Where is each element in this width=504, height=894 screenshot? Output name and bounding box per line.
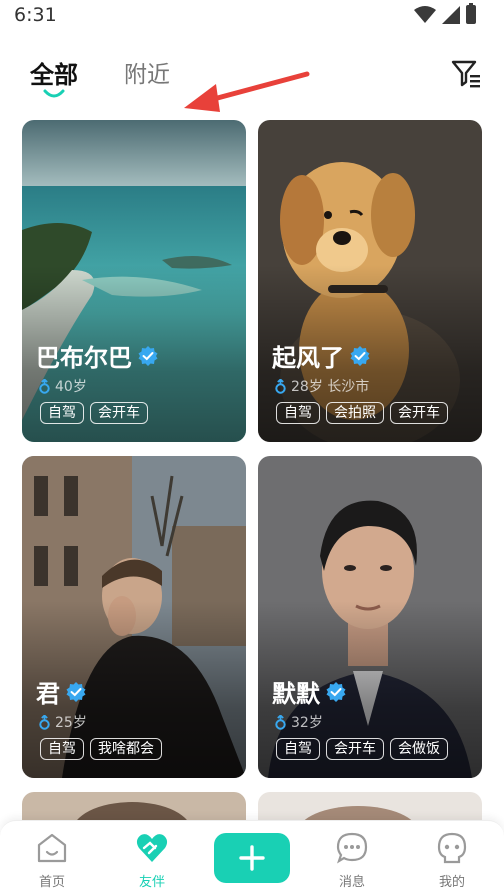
profile-icon: [437, 832, 467, 864]
card-tags: 自驾 会开车: [40, 402, 148, 424]
nav-friends[interactable]: 友伴: [122, 831, 182, 890]
message-bubble-icon: [336, 832, 368, 864]
status-time: 6:31: [14, 4, 57, 26]
nav-mine[interactable]: 我的: [422, 831, 482, 890]
nav-messages[interactable]: 消息: [322, 831, 382, 890]
card-meta-text: 25岁: [55, 715, 87, 731]
card-tag: 自驾: [40, 738, 84, 760]
card-meta: 25岁: [38, 712, 87, 732]
verified-badge-icon: [326, 681, 346, 702]
card-meta: 40岁: [38, 376, 87, 396]
card-tag: 自驾: [276, 402, 320, 424]
plus-icon: [239, 845, 265, 871]
card-meta: 28岁 长沙市: [274, 376, 369, 396]
card-tag: 会开车: [90, 402, 148, 424]
card-name-row: 默默: [272, 674, 346, 709]
bottom-nav: 首页 友伴 消息 我的: [0, 820, 504, 894]
user-card[interactable]: 默默 32岁 自驾 会开车 会做饭: [258, 456, 482, 778]
card-tag: 自驾: [276, 738, 320, 760]
male-icon: [275, 714, 286, 730]
male-icon: [39, 714, 50, 730]
tab-active-indicator: [43, 89, 65, 98]
card-name-row: 君: [36, 674, 86, 709]
card-tag: 会做饭: [390, 738, 448, 760]
status-bar: 6:31: [0, 0, 504, 32]
card-tags: 自驾 我啥都会: [40, 738, 162, 760]
add-post-button[interactable]: [214, 833, 290, 883]
card-tag: 我啥都会: [90, 738, 162, 760]
verified-badge-icon: [350, 345, 370, 366]
nav-mine-label: 我的: [438, 875, 465, 890]
card-meta: 32岁: [274, 712, 323, 732]
card-name: 起风了: [272, 344, 344, 372]
card-meta-text: 28岁 长沙市: [291, 379, 370, 395]
filter-icon[interactable]: [450, 58, 482, 88]
tab-all[interactable]: 全部: [30, 55, 78, 90]
card-name-row: 巴布尔巴: [36, 338, 158, 373]
signal-icon: [442, 5, 460, 24]
male-icon: [275, 378, 286, 394]
nav-friends-label: 友伴: [138, 875, 165, 890]
user-card[interactable]: 起风了 28岁 长沙市 自驾 会拍照 会开车: [258, 120, 482, 442]
home-icon: [37, 833, 67, 863]
status-icons: [414, 3, 476, 24]
annotation-arrow: [184, 71, 310, 112]
verified-badge-icon: [66, 681, 86, 702]
card-tags: 自驾 会拍照 会开车: [276, 402, 448, 424]
nav-messages-label: 消息: [338, 875, 365, 890]
battery-icon: [466, 3, 476, 24]
tab-nearby[interactable]: 附近: [124, 55, 170, 89]
card-tags: 自驾 会开车 会做饭: [276, 738, 448, 760]
card-tag: 会拍照: [326, 402, 384, 424]
card-name: 君: [36, 680, 60, 708]
card-name-row: 起风了: [272, 338, 370, 373]
card-name: 巴布尔巴: [36, 344, 132, 372]
wifi-icon: [414, 5, 436, 23]
user-card[interactable]: 君 25岁 自驾 我啥都会: [22, 456, 246, 778]
male-icon: [39, 378, 50, 394]
user-card[interactable]: 巴布尔巴 40岁 自驾 会开车: [22, 120, 246, 442]
nav-home[interactable]: 首页: [22, 831, 82, 890]
card-meta-text: 32岁: [291, 715, 323, 731]
card-tag: 自驾: [40, 402, 84, 424]
nav-home-label: 首页: [38, 875, 65, 890]
card-meta-text: 40岁: [55, 379, 87, 395]
card-tag: 会开车: [326, 738, 384, 760]
card-tag: 会开车: [390, 402, 448, 424]
card-name: 默默: [272, 680, 320, 708]
heart-handshake-icon: [136, 834, 168, 862]
verified-badge-icon: [138, 345, 158, 366]
